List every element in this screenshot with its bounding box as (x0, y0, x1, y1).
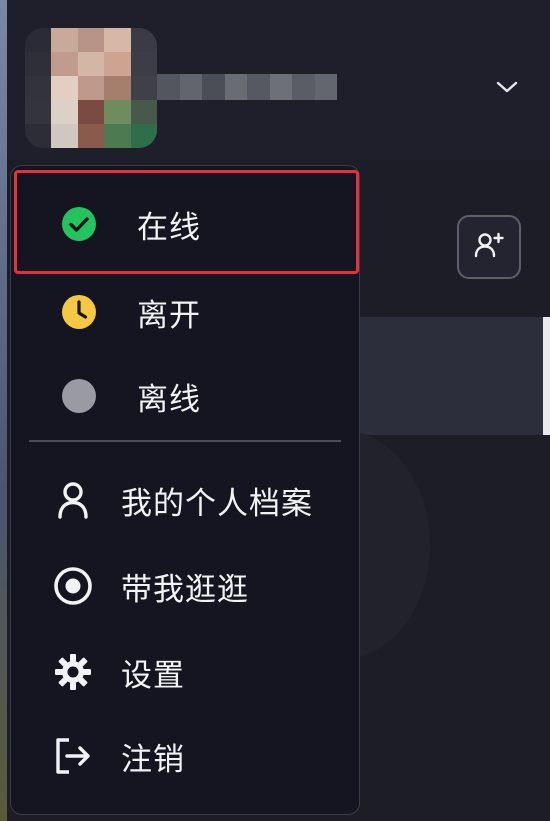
away-clock-icon (57, 290, 101, 334)
avatar-pixel (130, 28, 157, 52)
avatar-pixel (104, 28, 131, 52)
profile-icon (51, 478, 95, 522)
username-blur-block (224, 74, 247, 100)
username-blur-block (202, 74, 225, 100)
menu-item-label: 离线 (137, 381, 201, 418)
menu-item-away[interactable]: 离开 (17, 270, 353, 354)
avatar-pixel (104, 124, 131, 148)
online-check-icon (57, 202, 101, 246)
username-blur-block (157, 74, 180, 100)
status-dropdown-menu: 在线 离开 离线 我的个人档案 带我逛逛 设置 注销 (10, 165, 360, 815)
logout-icon (51, 734, 95, 778)
content-panel (355, 317, 543, 435)
avatar-pixel (130, 100, 157, 124)
username-blur-block (269, 74, 292, 100)
avatar-pixel (25, 28, 52, 52)
tour-target-icon (51, 564, 95, 608)
menu-item-label: 离开 (137, 297, 201, 334)
avatar-pixel (77, 124, 105, 148)
offline-dot-icon (57, 374, 101, 418)
chevron-down-icon[interactable] (492, 72, 522, 102)
avatar-pixel (25, 76, 52, 100)
avatar-pixel (104, 52, 131, 76)
avatar-pixel (130, 52, 157, 76)
username-blur-block (314, 74, 337, 100)
scrollbar[interactable] (543, 317, 550, 435)
menu-item-label: 带我逛逛 (121, 571, 249, 608)
add-friend-icon (473, 230, 505, 264)
avatar-pixel (77, 28, 105, 52)
app-window: 在线 离开 离线 我的个人档案 带我逛逛 设置 注销 (0, 0, 550, 821)
avatar-pixel (77, 52, 105, 76)
add-friend-button[interactable] (457, 215, 521, 279)
avatar-pixel (77, 100, 105, 124)
gear-icon (51, 650, 95, 694)
avatar-pixel (104, 76, 131, 100)
avatar-pixel (130, 76, 157, 100)
avatar-pixel (51, 124, 78, 148)
menu-item-tour[interactable]: 带我逛逛 (17, 544, 353, 628)
menu-item-settings[interactable]: 设置 (17, 630, 353, 714)
avatar-pixel (25, 100, 52, 124)
menu-item-offline[interactable]: 离线 (17, 354, 353, 438)
user-header[interactable] (7, 0, 550, 160)
avatar-pixel (77, 76, 105, 100)
menu-item-label: 在线 (137, 209, 201, 246)
avatar-pixel (25, 124, 52, 148)
username-blur-block (247, 74, 270, 100)
menu-item-label: 我的个人档案 (121, 485, 313, 522)
menu-item-label: 设置 (121, 657, 185, 694)
avatar-pixel (51, 52, 78, 76)
avatar-pixel (51, 28, 78, 52)
menu-item-logout[interactable]: 注销 (17, 714, 353, 798)
username-blur-block (292, 74, 315, 100)
menu-item-online[interactable]: 在线 (17, 182, 353, 266)
avatar-pixel (51, 100, 78, 124)
window-edge (0, 0, 7, 821)
avatar-pixel (104, 100, 131, 124)
avatar-pixel (130, 124, 157, 148)
avatar-pixel (25, 52, 52, 76)
menu-item-label: 注销 (121, 741, 185, 778)
avatar-pixel (51, 76, 78, 100)
username-blurred (157, 74, 337, 100)
menu-item-profile[interactable]: 我的个人档案 (17, 458, 353, 542)
username-blur-block (179, 74, 202, 100)
menu-divider (29, 440, 341, 442)
avatar[interactable] (25, 28, 157, 148)
